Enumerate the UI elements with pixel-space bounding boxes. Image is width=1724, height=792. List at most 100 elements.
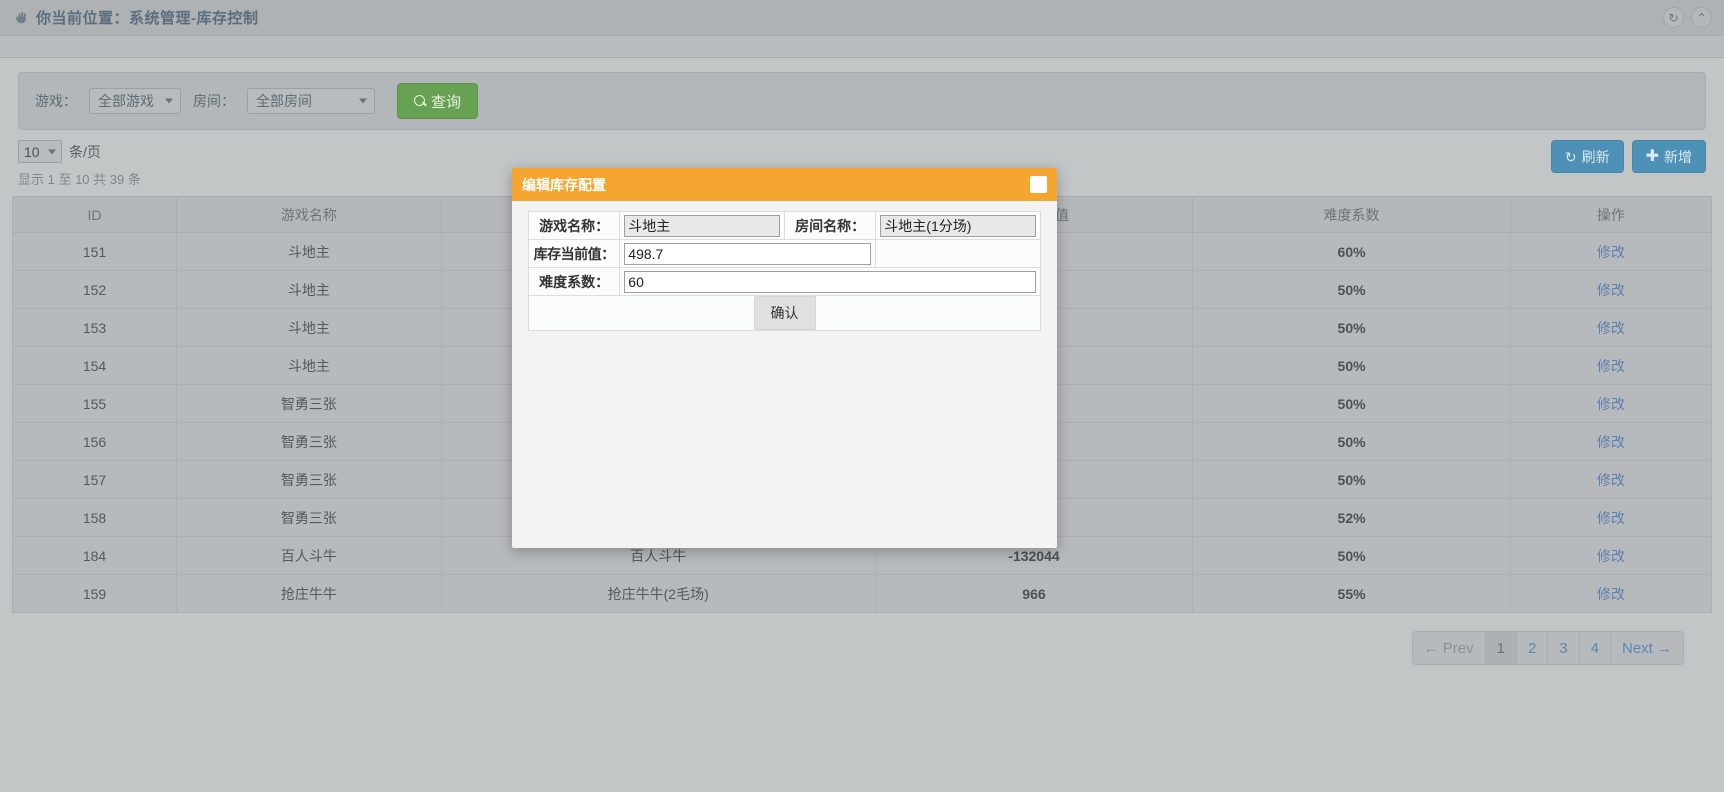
cell-room: 抢庄牛牛(2毛场) bbox=[441, 575, 875, 613]
stock-value-input[interactable] bbox=[624, 243, 871, 265]
cell-operation: 修改 bbox=[1510, 271, 1711, 309]
room-name-field-cell bbox=[876, 212, 1041, 240]
cell-game: 抢庄牛牛 bbox=[177, 575, 442, 613]
cell-operation: 修改 bbox=[1510, 309, 1711, 347]
chevron-down-icon bbox=[48, 149, 56, 154]
cell-operation: 修改 bbox=[1510, 423, 1711, 461]
breadcrumb-bar: 你当前位置：系统管理-库存控制 ↻ ⌃ bbox=[0, 0, 1724, 36]
hand-pointer-icon bbox=[14, 10, 29, 25]
filter-section: 游戏： 全部游戏 房间： 全部房间 查询 bbox=[0, 58, 1724, 130]
breadcrumb: 你当前位置：系统管理-库存控制 bbox=[14, 7, 259, 28]
close-icon[interactable] bbox=[1030, 176, 1047, 193]
cell-operation: 修改 bbox=[1510, 499, 1711, 537]
cell-operation: 修改 bbox=[1510, 537, 1711, 575]
cell-difficulty: 50% bbox=[1193, 347, 1511, 385]
modal-header: 编辑库存配置 bbox=[512, 168, 1057, 201]
footer-cell: 确认 bbox=[529, 296, 1041, 331]
edit-link[interactable]: 修改 bbox=[1597, 510, 1625, 526]
refresh-icon[interactable]: ↻ bbox=[1663, 7, 1684, 28]
col-header-operation[interactable]: 操作 bbox=[1510, 197, 1711, 233]
stock-row-spacer bbox=[876, 240, 1041, 268]
page-size-value: 10 bbox=[24, 144, 40, 160]
edit-link[interactable]: 修改 bbox=[1597, 472, 1625, 488]
query-button[interactable]: 查询 bbox=[397, 83, 478, 119]
filter-panel: 游戏： 全部游戏 房间： 全部房间 查询 bbox=[18, 72, 1706, 130]
difficulty-input[interactable] bbox=[624, 271, 1036, 293]
game-name-input[interactable] bbox=[624, 215, 780, 237]
cell-game: 智勇三张 bbox=[177, 499, 442, 537]
cell-id: 157 bbox=[13, 461, 177, 499]
cell-difficulty: 50% bbox=[1193, 423, 1511, 461]
chevron-down-icon bbox=[165, 99, 173, 104]
edit-link[interactable]: 修改 bbox=[1597, 244, 1625, 260]
table-row: 159抢庄牛牛抢庄牛牛(2毛场)96655%修改 bbox=[13, 575, 1712, 613]
cell-game: 斗地主 bbox=[177, 309, 442, 347]
pagination-prev[interactable]: ← Prev bbox=[1413, 632, 1486, 664]
edit-link[interactable]: 修改 bbox=[1597, 586, 1625, 602]
edit-link[interactable]: 修改 bbox=[1597, 434, 1625, 450]
pagination-page-2[interactable]: 2 bbox=[1517, 632, 1548, 664]
page-size-select[interactable]: 10 bbox=[18, 140, 62, 163]
col-header-difficulty[interactable]: 难度系数 bbox=[1193, 197, 1511, 233]
breadcrumb-text: 你当前位置：系统管理-库存控制 bbox=[36, 7, 259, 28]
query-button-label: 查询 bbox=[431, 91, 461, 112]
game-filter-label: 游戏： bbox=[35, 91, 77, 111]
cell-game: 智勇三张 bbox=[177, 461, 442, 499]
cell-difficulty: 50% bbox=[1193, 461, 1511, 499]
difficulty-label: 难度系数： bbox=[529, 268, 620, 296]
cell-id: 158 bbox=[13, 499, 177, 537]
room-name-input[interactable] bbox=[880, 215, 1036, 237]
pagination-page-3[interactable]: 3 bbox=[1548, 632, 1579, 664]
refresh-button[interactable]: ↻ 刷新 bbox=[1551, 140, 1624, 173]
add-button[interactable]: ✚ 新增 bbox=[1632, 140, 1706, 173]
difficulty-field-cell bbox=[620, 268, 1041, 296]
pagination-page-4[interactable]: 4 bbox=[1580, 632, 1611, 664]
cell-game: 百人斗牛 bbox=[177, 537, 442, 575]
modal-body: 游戏名称： 房间名称： 库存当前值： bbox=[512, 201, 1057, 331]
cell-id: 184 bbox=[13, 537, 177, 575]
refresh-button-label: 刷新 bbox=[1582, 147, 1610, 167]
pagination: ← Prev 1 2 3 4 Next → bbox=[1412, 631, 1684, 665]
form-row-difficulty: 难度系数： bbox=[529, 268, 1041, 296]
cell-game: 斗地主 bbox=[177, 271, 442, 309]
cell-difficulty: 50% bbox=[1193, 309, 1511, 347]
game-filter-select[interactable]: 全部游戏 bbox=[89, 88, 181, 114]
room-filter-select[interactable]: 全部房间 bbox=[247, 88, 375, 114]
col-header-game[interactable]: 游戏名称 bbox=[177, 197, 442, 233]
cell-id: 156 bbox=[13, 423, 177, 461]
cell-stock: 966 bbox=[875, 575, 1193, 613]
stock-value-label: 库存当前值： bbox=[529, 240, 620, 268]
pagination-page-1[interactable]: 1 bbox=[1486, 632, 1517, 664]
page-root: 你当前位置：系统管理-库存控制 ↻ ⌃ 游戏： 全部游戏 房间： 全部房间 查询 bbox=[0, 0, 1724, 792]
game-filter-value: 全部游戏 bbox=[98, 91, 154, 111]
edit-link[interactable]: 修改 bbox=[1597, 548, 1625, 564]
toolbar-buttons: ↻ 刷新 ✚ 新增 bbox=[1551, 140, 1706, 173]
cell-difficulty: 50% bbox=[1193, 385, 1511, 423]
form-row-stock: 库存当前值： bbox=[529, 240, 1041, 268]
search-icon bbox=[414, 95, 427, 108]
form-row-footer: 确认 bbox=[529, 296, 1041, 331]
pagination-next[interactable]: Next → bbox=[1611, 632, 1683, 664]
edit-link[interactable]: 修改 bbox=[1597, 282, 1625, 298]
cell-id: 159 bbox=[13, 575, 177, 613]
chevron-up-icon[interactable]: ⌃ bbox=[1691, 7, 1712, 28]
cell-id: 151 bbox=[13, 233, 177, 271]
form-row-names: 游戏名称： 房间名称： bbox=[529, 212, 1041, 240]
confirm-button[interactable]: 确认 bbox=[754, 296, 816, 330]
stock-value-field-cell bbox=[620, 240, 876, 268]
plus-icon: ✚ bbox=[1646, 149, 1659, 165]
cell-id: 155 bbox=[13, 385, 177, 423]
cell-game: 智勇三张 bbox=[177, 385, 442, 423]
edit-link[interactable]: 修改 bbox=[1597, 320, 1625, 336]
modal-title: 编辑库存配置 bbox=[522, 175, 606, 195]
edit-inventory-modal: 编辑库存配置 游戏名称： 房间名称： 库存当前值： bbox=[512, 168, 1057, 548]
edit-link[interactable]: 修改 bbox=[1597, 396, 1625, 412]
cell-game: 智勇三张 bbox=[177, 423, 442, 461]
edit-link[interactable]: 修改 bbox=[1597, 358, 1625, 374]
panel-tools: ↻ ⌃ bbox=[1663, 7, 1712, 28]
cell-difficulty: 60% bbox=[1193, 233, 1511, 271]
col-header-id[interactable]: ID bbox=[13, 197, 177, 233]
cell-id: 154 bbox=[13, 347, 177, 385]
divider-strip bbox=[0, 36, 1724, 58]
cell-difficulty: 50% bbox=[1193, 537, 1511, 575]
